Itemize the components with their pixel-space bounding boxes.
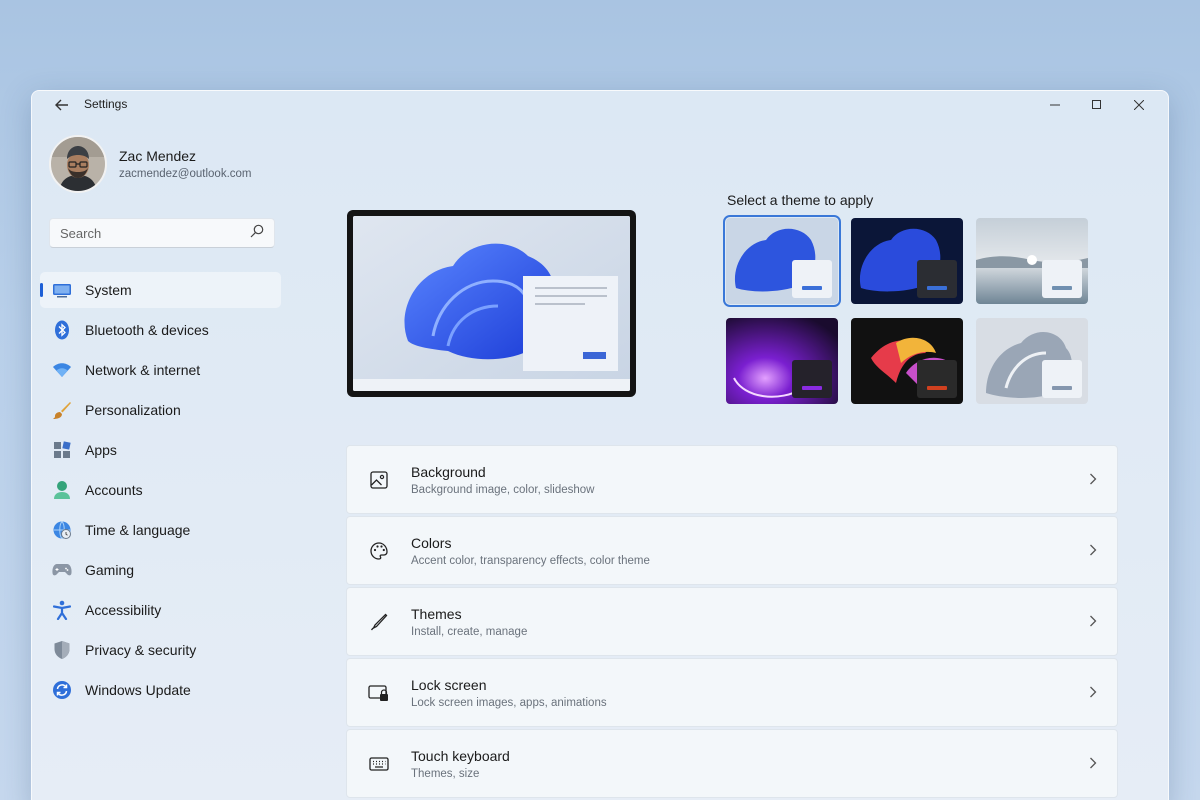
sidebar-item-accessibility[interactable]: Accessibility — [40, 592, 281, 628]
close-icon — [1134, 100, 1144, 110]
card-subtitle: Install, create, manage — [411, 625, 528, 638]
lock-screen-card[interactable]: Lock screen Lock screen images, apps, an… — [346, 658, 1118, 727]
card-subtitle: Lock screen images, apps, animations — [411, 696, 607, 709]
chevron-right-icon — [1089, 685, 1097, 703]
paintbrush-icon — [52, 400, 72, 420]
minimize-icon — [1050, 104, 1060, 106]
theme-tile-captured-motion[interactable] — [726, 318, 838, 404]
theme-window-sample — [792, 260, 832, 298]
theme-tile-glow-lake[interactable] — [976, 218, 1088, 304]
lock-screen-icon — [367, 681, 391, 705]
accounts-icon — [52, 480, 72, 500]
chevron-right-icon — [1089, 543, 1097, 561]
card-subtitle: Background image, color, slideshow — [411, 483, 595, 496]
colors-card[interactable]: Colors Accent color, transparency effect… — [346, 516, 1118, 585]
image-icon — [367, 468, 391, 492]
sidebar-item-bluetooth[interactable]: Bluetooth & devices — [40, 312, 281, 348]
sidebar-item-label: Network & internet — [85, 362, 201, 378]
close-button[interactable] — [1118, 91, 1160, 119]
wifi-icon — [52, 360, 72, 380]
settings-window: Settings Zac Mendez zacmendez@outlook.co… — [31, 90, 1169, 800]
card-subtitle: Themes, size — [411, 767, 480, 780]
card-title: Colors — [411, 534, 452, 551]
sidebar-item-system[interactable]: System — [40, 272, 281, 308]
theme-tile-flow[interactable] — [851, 318, 963, 404]
sidebar-item-label: Accounts — [85, 482, 143, 498]
sidebar-item-privacy[interactable]: Privacy & security — [40, 632, 281, 668]
card-title: Lock screen — [411, 676, 487, 693]
personalization-cards: Background Background image, color, slid… — [346, 445, 1118, 800]
theme-preview — [347, 210, 636, 397]
maximize-button[interactable] — [1076, 91, 1118, 119]
user-profile[interactable]: Zac Mendez zacmendez@outlook.com — [49, 135, 252, 193]
sidebar-item-gaming[interactable]: Gaming — [40, 552, 281, 588]
back-button[interactable] — [52, 95, 72, 115]
sidebar-item-label: Apps — [85, 442, 117, 458]
sidebar-item-label: Privacy & security — [85, 642, 197, 658]
chevron-right-icon — [1089, 472, 1097, 490]
sidebar-nav: System Bluetooth & devices Network & int… — [40, 272, 281, 712]
chevron-right-icon — [1089, 756, 1097, 774]
sidebar-item-windows-update[interactable]: Windows Update — [40, 672, 281, 708]
sidebar-item-accounts[interactable]: Accounts — [40, 472, 281, 508]
minimize-button[interactable] — [1034, 91, 1076, 119]
sidebar-item-personalization[interactable]: Personalization — [40, 392, 281, 428]
card-title: Themes — [411, 605, 462, 622]
theme-window-sample — [917, 360, 957, 398]
card-title: Background — [411, 463, 486, 480]
background-card[interactable]: Background Background image, color, slid… — [346, 445, 1118, 514]
shield-icon — [52, 640, 72, 660]
globe-clock-icon — [52, 520, 72, 540]
sidebar-item-label: Personalization — [85, 402, 181, 418]
pen-icon — [367, 610, 391, 634]
themes-card[interactable]: Themes Install, create, manage — [346, 587, 1118, 656]
chevron-right-icon — [1089, 614, 1097, 632]
sidebar-item-label: Gaming — [85, 562, 135, 578]
theme-window-sample — [1042, 260, 1082, 298]
theme-window-sample — [1042, 360, 1082, 398]
app-title: Settings — [84, 97, 128, 111]
search-box[interactable] — [49, 218, 275, 248]
desktop-preview-image — [353, 216, 630, 391]
sidebar-item-label: System — [85, 282, 132, 298]
card-title: Touch keyboard — [411, 747, 510, 764]
search-icon[interactable] — [250, 224, 264, 243]
touch-keyboard-card[interactable]: Touch keyboard Themes, size — [346, 729, 1118, 798]
theme-window-sample — [917, 260, 957, 298]
gamepad-icon — [52, 560, 72, 580]
profile-email: zacmendez@outlook.com — [119, 168, 252, 180]
theme-heading: Select a theme to apply — [727, 192, 874, 208]
bluetooth-icon — [52, 320, 72, 340]
theme-tile-windows-light[interactable] — [723, 215, 841, 307]
sidebar-item-label: Accessibility — [85, 602, 162, 618]
update-icon — [52, 680, 72, 700]
avatar — [49, 135, 107, 193]
palette-icon — [367, 539, 391, 563]
sidebar-item-network[interactable]: Network & internet — [40, 352, 281, 388]
profile-name: Zac Mendez — [119, 148, 197, 164]
window-controls — [1034, 91, 1160, 119]
maximize-icon — [1092, 100, 1101, 109]
theme-tile-windows-dark[interactable] — [851, 218, 963, 304]
theme-window-sample — [792, 360, 832, 398]
keyboard-icon — [367, 752, 391, 776]
theme-tile-sunrise-bloom[interactable] — [976, 318, 1088, 404]
sidebar-item-label: Windows Update — [85, 682, 191, 698]
system-icon — [52, 280, 72, 300]
back-arrow-icon — [55, 99, 68, 111]
sidebar-item-label: Time & language — [85, 522, 191, 538]
sidebar-item-apps[interactable]: Apps — [40, 432, 281, 468]
title-bar: Settings — [32, 91, 1168, 119]
sidebar-item-label: Bluetooth & devices — [85, 322, 209, 338]
apps-icon — [52, 440, 72, 460]
search-input[interactable] — [60, 225, 250, 241]
sidebar-item-time-language[interactable]: Time & language — [40, 512, 281, 548]
card-subtitle: Accent color, transparency effects, colo… — [411, 554, 650, 567]
accessibility-icon — [52, 600, 72, 620]
